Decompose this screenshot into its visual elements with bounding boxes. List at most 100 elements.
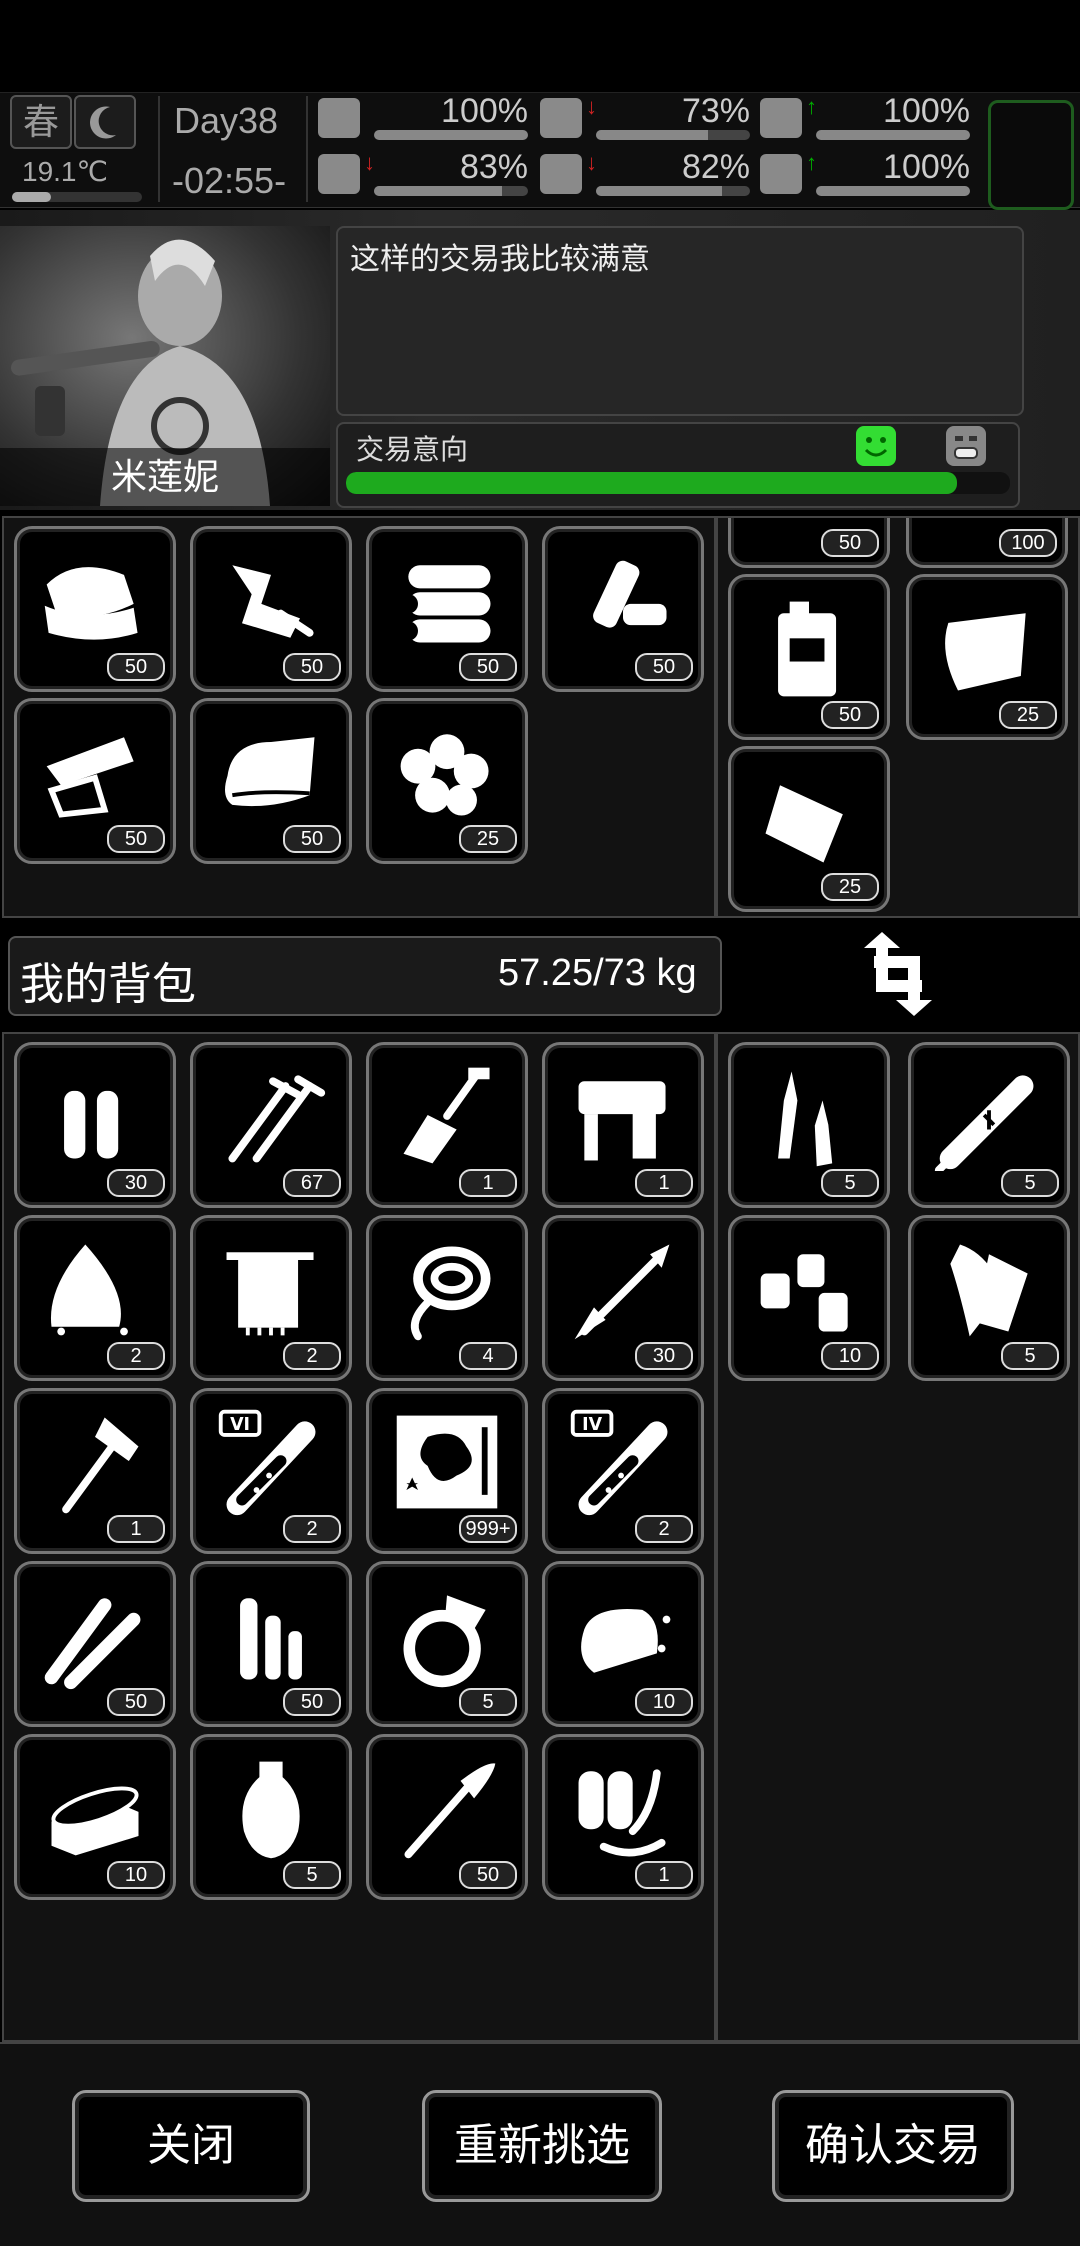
close-button[interactable]: 关闭 (72, 2090, 310, 2202)
bag-item-slot[interactable]: 10 (542, 1561, 704, 1727)
item-count-badge: 2 (635, 1515, 693, 1543)
item-count-badge: 10 (635, 1688, 693, 1716)
trader-offer-item-slot[interactable]: 25 (728, 746, 890, 912)
rope-icon (389, 1234, 505, 1344)
npc-name: 米莲妮 (0, 448, 330, 506)
item-count-badge: 30 (635, 1342, 693, 1370)
bag-weight: 57.25/73 kg (498, 952, 697, 994)
bag-item-slot[interactable]: 1 (542, 1734, 704, 1900)
bag-item-slot[interactable]: 50 (190, 1561, 352, 1727)
trader-item-slot[interactable]: 50 (14, 526, 176, 692)
shells-icon (213, 1580, 329, 1690)
arrow-icon (565, 1234, 681, 1344)
item-count-badge: 1 (635, 1861, 693, 1889)
thirst-bar (596, 186, 750, 196)
bag-item-slot[interactable]: 999+ (366, 1388, 528, 1554)
trader-item-slot[interactable]: 50 (190, 526, 352, 692)
trend-down-icon: ↓ (364, 150, 375, 175)
item-count-badge: 50 (459, 653, 517, 681)
confirm-trade-button[interactable]: 确认交易 (772, 2090, 1014, 2202)
trader-item-slot[interactable]: 25 (366, 698, 528, 864)
day-counter: Day38 (174, 100, 279, 141)
mood-bar (816, 130, 970, 140)
canned-food-icon (37, 1753, 153, 1863)
thirst-icon (540, 154, 582, 194)
item-count-badge: 50 (821, 701, 879, 729)
bag-item-slot[interactable]: 5 (190, 1734, 352, 1900)
bag-offer-item-slot[interactable]: 5 (728, 1042, 890, 1208)
item-count-badge: 2 (283, 1515, 341, 1543)
cloth-icon (37, 545, 153, 655)
paper-icon (37, 717, 153, 827)
bag-item-slot[interactable]: 50 (14, 1561, 176, 1727)
bag-item-slot[interactable]: IV 2 (542, 1388, 704, 1554)
test-tube-vi-icon: VI (213, 1407, 329, 1517)
ring-icon (389, 1580, 505, 1690)
bag-icon (751, 765, 867, 875)
thirst-value: 82% (681, 148, 750, 186)
item-count-badge: 999+ (459, 1515, 517, 1543)
trader-item-slot[interactable]: 50 (542, 526, 704, 692)
bag-item-slot[interactable]: 30 (14, 1042, 176, 1208)
bag-item-slot[interactable]: 2 (190, 1215, 352, 1381)
trader-offer-item-slot[interactable]: 50 (728, 574, 890, 740)
trader-item-slot[interactable]: 50 (366, 526, 528, 692)
bag-item-slot[interactable]: 1 (14, 1388, 176, 1554)
trend-up-icon: ↑ (806, 150, 817, 175)
pill-bottles-icon (751, 1234, 867, 1344)
svg-text:IV: IV (582, 1415, 602, 1435)
tarp-icon (929, 593, 1045, 703)
item-count-badge: 1 (635, 1169, 693, 1197)
item-count-badge: 50 (821, 529, 879, 557)
syringe-icon (931, 1061, 1047, 1174)
bag-item-slot[interactable]: 67 (190, 1042, 352, 1208)
bag-item-slot[interactable]: 5 (366, 1561, 528, 1727)
trader-offer-item-slot[interactable]: 50 (728, 518, 890, 568)
item-count-badge: 4 (459, 1342, 517, 1370)
item-count-badge: 25 (999, 701, 1057, 729)
trader-offer-item-slot[interactable]: 25 (906, 574, 1068, 740)
bag-item-slot[interactable]: 10 (14, 1734, 176, 1900)
item-count-badge: 10 (821, 1342, 879, 1370)
bag-offer-item-slot[interactable]: 5 (908, 1215, 1070, 1381)
trader-item-slot[interactable]: 50 (14, 698, 176, 864)
trader-item-slot[interactable]: 50 (190, 698, 352, 864)
temperature-bar (12, 192, 142, 202)
item-count-badge: 50 (459, 1861, 517, 1889)
hunger-bar (596, 130, 750, 140)
divider (306, 96, 308, 202)
item-count-badge: 1 (107, 1515, 165, 1543)
bag-offer-item-slot[interactable]: 10 (728, 1215, 890, 1381)
trader-offer-item-slot[interactable]: 100 (906, 518, 1068, 568)
item-count-badge: 25 (459, 825, 517, 853)
svg-text:VI: VI (230, 1415, 250, 1435)
vase-icon (213, 1753, 329, 1863)
bag-item-slot[interactable]: 50 (366, 1734, 528, 1900)
logs-icon (389, 545, 505, 655)
fabric-roll-icon (213, 717, 329, 827)
bag-offer-item-slot[interactable]: 5 (908, 1042, 1070, 1208)
grin-face-icon (946, 426, 986, 466)
bag-item-slot[interactable]: VI 2 (190, 1388, 352, 1554)
swap-icon[interactable] (852, 928, 944, 1020)
bullets-icon (37, 1061, 153, 1171)
reselect-button[interactable]: 重新挑选 (422, 2090, 662, 2202)
bag-item-slot[interactable]: 30 (542, 1215, 704, 1381)
item-count-badge: 50 (107, 1688, 165, 1716)
trade-intent-bar (346, 472, 1010, 494)
bag-item-slot[interactable]: 1 (366, 1042, 528, 1208)
season-indicator: 春 (10, 95, 72, 149)
bag-item-slot[interactable]: 2 (14, 1215, 176, 1381)
bag-item-slot[interactable]: 1 (542, 1042, 704, 1208)
equipment-slot[interactable] (988, 100, 1074, 210)
bandage-icon (931, 1234, 1047, 1344)
item-count-badge: 25 (821, 873, 879, 901)
item-count-badge: 5 (821, 1169, 879, 1197)
health-value: 100% (441, 92, 528, 130)
bread-icon (565, 1580, 681, 1690)
cotton-icon (389, 717, 505, 827)
clock: -02:55- (172, 160, 287, 201)
hunger-value: 73% (681, 92, 750, 130)
mood-value: 100% (883, 92, 970, 130)
bag-item-slot[interactable]: 4 (366, 1215, 528, 1381)
